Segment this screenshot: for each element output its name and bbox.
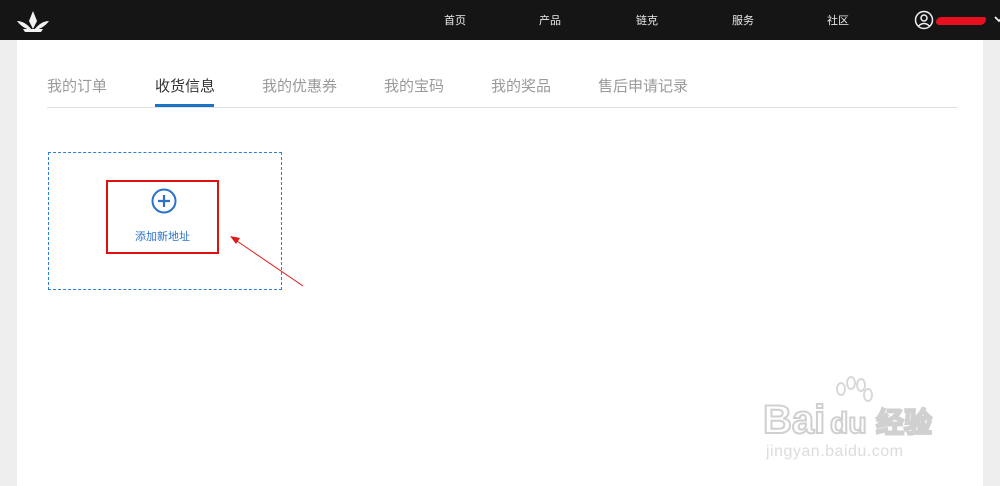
top-navbar: 首页 产品 链克 服务 社区 xyxy=(0,0,1000,40)
tab-shipping-info[interactable]: 收货信息 xyxy=(155,75,215,96)
nav-community[interactable]: 社区 xyxy=(808,0,868,40)
add-circle-icon xyxy=(151,188,177,214)
baidu-watermark: Bai du 经验 jingyan.baidu.com xyxy=(758,375,958,470)
watermark-url: jingyan.baidu.com xyxy=(766,443,904,460)
nav-service[interactable]: 服务 xyxy=(713,0,773,40)
logo-icon[interactable] xyxy=(15,9,51,33)
tab-my-orders[interactable]: 我的订单 xyxy=(47,75,107,96)
tab-my-codes[interactable]: 我的宝码 xyxy=(384,75,444,96)
svg-text:Bai: Bai xyxy=(763,398,825,442)
tab-after-sales-records[interactable]: 售后申请记录 xyxy=(598,75,688,96)
add-address-button[interactable]: 添加新地址 xyxy=(106,180,219,254)
username-redacted xyxy=(936,17,986,25)
nav-linkcoin[interactable]: 链克 xyxy=(617,0,677,40)
active-tab-indicator xyxy=(155,104,214,107)
tab-my-coupons[interactable]: 我的优惠券 xyxy=(262,75,337,96)
nav-home[interactable]: 首页 xyxy=(425,0,485,40)
baidu-logo-icon: Bai du 经验 xyxy=(762,376,933,443)
user-icon[interactable] xyxy=(914,10,934,30)
nav-products[interactable]: 产品 xyxy=(520,0,580,40)
account-tabs: 我的订单 收货信息 我的优惠券 我的宝码 我的奖品 售后申请记录 xyxy=(47,40,958,108)
tab-my-prizes[interactable]: 我的奖品 xyxy=(491,75,551,96)
add-address-label: 添加新地址 xyxy=(135,230,190,243)
chevron-down-icon[interactable] xyxy=(993,13,1000,25)
svg-text:du: du xyxy=(830,407,867,440)
svg-text:经验: 经验 xyxy=(876,406,932,439)
